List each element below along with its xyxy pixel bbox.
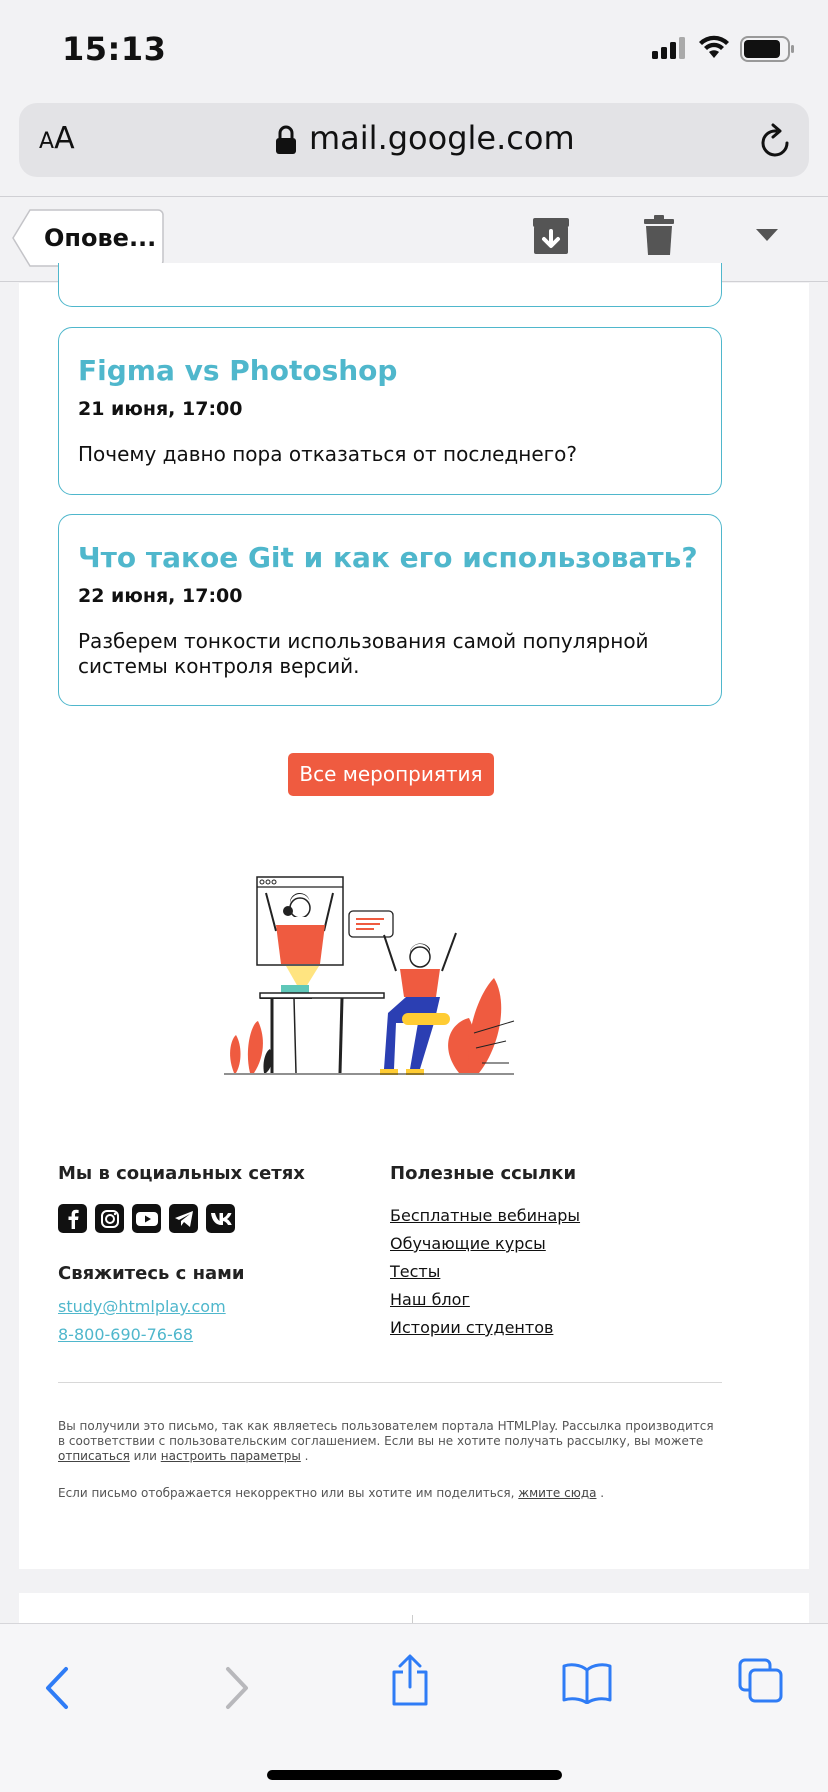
footer-divider [58, 1382, 722, 1383]
text-size-button[interactable]: AA [39, 121, 75, 156]
back-to-notifications-button[interactable]: Опове... [12, 209, 164, 267]
footer-link-blog[interactable]: Наш блог [390, 1290, 470, 1309]
legal-notice: Вы получили это письмо, так как являетес… [58, 1419, 714, 1463]
email-body: Figma vs Photoshop 21 июня, 17:00 Почему… [19, 263, 809, 1569]
footer-link-courses[interactable]: Обучающие курсы [390, 1234, 546, 1253]
lock-icon [276, 125, 296, 154]
footer-link-tests[interactable]: Тесты [390, 1262, 440, 1281]
facebook-icon[interactable] [58, 1204, 87, 1233]
online-learning-illustration [224, 876, 515, 1075]
contact-email-link[interactable]: study@htmlplay.com [58, 1297, 226, 1316]
unsubscribe-link[interactable]: отписаться [58, 1449, 130, 1463]
status-time: 15:13 [62, 30, 167, 68]
links-heading: Полезные ссылки [390, 1163, 577, 1184]
footer-link-webinars[interactable]: Бесплатные вебинары [390, 1206, 580, 1225]
tabs-icon[interactable] [738, 1658, 784, 1704]
event-card[interactable]: Figma vs Photoshop 21 июня, 17:00 Почему… [58, 327, 722, 495]
back-button-label: Опове... [44, 224, 157, 252]
contact-phone-link[interactable]: 8-800-690-76-68 [58, 1325, 193, 1344]
trash-icon[interactable] [644, 215, 674, 255]
chevron-down-icon[interactable] [756, 229, 778, 241]
event-date: 21 июня, 17:00 [78, 398, 243, 420]
all-events-button[interactable]: Все мероприятия [288, 753, 494, 796]
view-online-link[interactable]: жмите сюда [518, 1486, 596, 1500]
contact-heading: Свяжитесь с нами [58, 1263, 245, 1284]
footer-link-stories[interactable]: Истории студентов [390, 1318, 553, 1337]
instagram-icon[interactable] [95, 1204, 124, 1233]
back-arrow-icon[interactable] [44, 1666, 70, 1710]
social-heading: Мы в социальных сетях [58, 1163, 305, 1184]
reload-icon[interactable] [759, 123, 793, 159]
event-card[interactable]: Что такое Git и как его использовать? 22… [58, 514, 722, 706]
address-bar[interactable]: AA mail.google.com [19, 103, 809, 177]
social-icons [58, 1204, 235, 1233]
event-title[interactable]: Figma vs Photoshop [78, 354, 397, 387]
wifi-icon [699, 35, 729, 58]
event-date: 22 июня, 17:00 [78, 585, 243, 607]
archive-icon[interactable] [532, 217, 570, 255]
cellular-signal-icon [652, 37, 685, 59]
event-description: Почему давно пора отказаться от последне… [78, 442, 577, 466]
battery-icon [740, 36, 794, 62]
bookmarks-icon[interactable] [562, 1662, 612, 1704]
share-icon[interactable] [390, 1654, 430, 1706]
legal-view-online: Если письмо отображается некорректно или… [58, 1486, 605, 1500]
legal-text: Вы получили это письмо, так как являетес… [58, 1419, 714, 1448]
status-bar: 15:13 [0, 0, 828, 100]
event-title[interactable]: Что такое Git и как его использовать? [78, 541, 698, 574]
event-description: Разберем тонкости использования самой по… [78, 629, 649, 678]
browser-bottom-bar [0, 1623, 828, 1792]
telegram-icon[interactable] [169, 1204, 198, 1233]
settings-link[interactable]: настроить параметры [161, 1449, 301, 1463]
home-indicator[interactable] [267, 1770, 562, 1780]
vk-icon[interactable] [206, 1204, 235, 1233]
forward-arrow-icon[interactable] [224, 1666, 250, 1710]
legal-view-text: Если письмо отображается некорректно или… [58, 1486, 515, 1500]
url-text[interactable]: mail.google.com [309, 119, 575, 157]
legal-or: или [133, 1449, 157, 1463]
youtube-icon[interactable] [132, 1204, 161, 1233]
event-card-previous [58, 263, 722, 307]
